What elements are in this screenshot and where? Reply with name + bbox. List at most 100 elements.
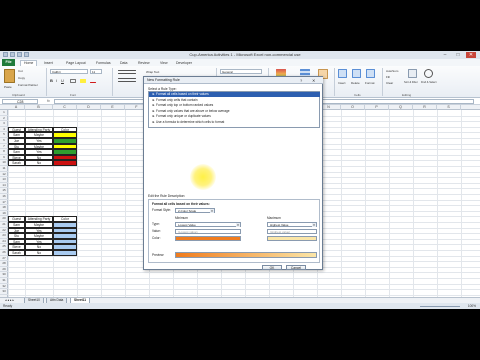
copy-button[interactable]: Copy — [18, 76, 25, 80]
name-box[interactable]: C28 — [2, 99, 38, 104]
insert-cells-icon[interactable] — [338, 69, 347, 78]
min-color-picker[interactable] — [175, 235, 241, 241]
find-select-button[interactable]: Find & Select — [421, 81, 436, 84]
paste-icon[interactable] — [4, 69, 15, 83]
min-type-select[interactable]: Lowest Value ▾ — [175, 221, 241, 227]
format-style-label: Format Style: — [152, 208, 171, 212]
paste-label: Paste — [4, 85, 12, 89]
chevron-down-icon: ▾ — [312, 222, 316, 227]
rule-type-item[interactable]: ► Format only values that are above or b… — [149, 109, 320, 114]
sort-filter-icon[interactable] — [408, 69, 417, 78]
column-header[interactable]: S — [437, 105, 461, 110]
sort-filter-button[interactable]: Sort & Filter — [404, 81, 418, 84]
rule-type-item[interactable]: ► Format all cells based on their values — [149, 92, 320, 98]
column-header[interactable]: A — [8, 105, 25, 110]
find-select-icon[interactable] — [424, 69, 433, 78]
guest-cell[interactable]: Sarah — [8, 160, 25, 166]
cut-button[interactable]: Cut — [18, 69, 23, 73]
format-heading: Format all cells based on their values: — [152, 202, 210, 206]
save-icon[interactable] — [10, 52, 15, 57]
bold-icon[interactable]: B — [50, 78, 53, 83]
chevron-down-icon: ▾ — [236, 222, 240, 227]
preview-label: Preview: — [152, 253, 165, 257]
color-label: Color: — [152, 236, 161, 240]
delete-cells-icon[interactable] — [352, 69, 361, 78]
party-cell[interactable]: No — [25, 250, 53, 256]
delete-button[interactable]: Delete — [351, 81, 360, 85]
column-header[interactable]: Q — [389, 105, 413, 110]
number-format-select[interactable]: General — [220, 69, 262, 74]
underline-icon[interactable]: U — [61, 78, 64, 83]
column-header[interactable]: D — [77, 105, 101, 110]
fill-button[interactable]: Fill — [386, 75, 390, 79]
column-header[interactable]: B — [25, 105, 53, 110]
zoom-level[interactable]: 100% — [468, 304, 476, 308]
new-formatting-rule-dialog: New Formatting Rule ? ✕ Select a Rule Ty… — [143, 76, 323, 270]
column-header[interactable]: O — [341, 105, 365, 110]
format-cells-icon[interactable] — [366, 69, 375, 78]
column-header[interactable]: R — [413, 105, 437, 110]
ok-button[interactable]: OK — [262, 265, 282, 270]
tab-page-layout[interactable]: Page Layout — [66, 61, 86, 65]
minimize-button[interactable]: – — [440, 52, 450, 58]
group-separator — [112, 68, 113, 96]
gridline — [341, 110, 342, 297]
maximum-heading: Maximum — [267, 216, 281, 220]
dialog-title: New Formatting Rule — [147, 78, 180, 82]
column-header[interactable]: P — [365, 105, 389, 110]
fill-color-icon[interactable] — [80, 79, 86, 83]
guest-cell[interactable]: Sarah — [8, 250, 25, 256]
clear-button[interactable]: Clear — [386, 81, 393, 85]
rule-type-item[interactable]: ► Format only top or bottom ranked value… — [149, 103, 320, 108]
font-name-select[interactable]: Calibri — [50, 69, 88, 74]
gridline — [437, 110, 438, 297]
gridline — [8, 289, 480, 290]
cancel-button[interactable]: Cancel — [286, 265, 306, 270]
format-style-select[interactable]: 2-Color Scale ▾ — [175, 207, 215, 213]
min-value-input[interactable]: (Lowest value) — [175, 228, 241, 234]
italic-icon[interactable]: I — [56, 78, 57, 83]
format-painter-button[interactable]: Format Painter — [18, 83, 38, 87]
gridline — [101, 110, 102, 297]
column-header[interactable]: E — [101, 105, 125, 110]
max-value-input[interactable]: (Highest value) — [267, 228, 317, 234]
tab-data[interactable]: Data — [120, 61, 127, 65]
font-size-select[interactable]: 11 — [90, 69, 102, 74]
rule-type-item[interactable]: ► Format only unique or duplicate values — [149, 114, 320, 119]
align-left-icon[interactable] — [118, 78, 136, 82]
column-header[interactable]: C — [53, 105, 77, 110]
gridline — [8, 278, 480, 279]
dialog-close-button[interactable]: ✕ — [312, 78, 315, 83]
gridline — [8, 283, 480, 285]
align-top-icon[interactable] — [118, 70, 136, 74]
autosum-button[interactable]: AutoSum — [386, 69, 398, 73]
type-label: Type: — [152, 222, 160, 226]
redo-icon[interactable] — [24, 52, 29, 57]
insert-button[interactable]: Insert — [338, 81, 346, 85]
close-button[interactable]: ✕ — [466, 52, 476, 58]
help-button[interactable]: ? — [300, 78, 302, 83]
tab-view[interactable]: View — [160, 61, 168, 65]
wrap-text-button[interactable]: Wrap Text — [146, 70, 159, 74]
font-color-icon[interactable] — [90, 79, 96, 83]
max-type-select[interactable]: Highest Value ▾ — [267, 221, 317, 227]
max-color-picker[interactable] — [267, 235, 317, 241]
rule-type-item[interactable]: ► Format only cells that contain — [149, 98, 320, 103]
format-button[interactable]: Format — [365, 81, 375, 85]
color-cell[interactable] — [53, 160, 77, 166]
tab-formulas[interactable]: Formulas — [96, 61, 111, 65]
zoom-slider[interactable] — [420, 305, 460, 307]
color-cell[interactable] — [53, 250, 77, 256]
borders-icon[interactable] — [70, 79, 76, 83]
tab-review[interactable]: Review — [138, 61, 149, 65]
tab-insert[interactable]: Insert — [44, 61, 53, 65]
undo-icon[interactable] — [17, 52, 22, 57]
tab-file[interactable]: File — [2, 59, 15, 66]
tab-developer[interactable]: Developer — [176, 61, 192, 65]
maximize-button[interactable]: □ — [453, 52, 463, 58]
rule-type-item[interactable]: ► Use a formula to determine which cells… — [149, 120, 320, 125]
gridline — [8, 294, 480, 296]
insert-function-icon[interactable]: fx — [47, 99, 50, 103]
party-cell[interactable]: No — [25, 160, 53, 166]
row-header[interactable]: 33 — [0, 289, 8, 295]
